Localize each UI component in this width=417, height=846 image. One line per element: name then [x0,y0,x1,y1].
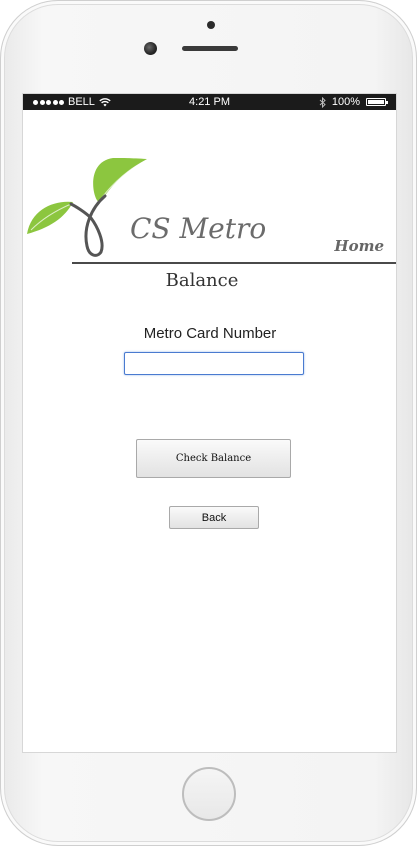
page-title: Balance [165,270,239,291]
header-divider [72,262,396,264]
check-balance-button[interactable]: Check Balance [136,439,291,478]
battery-percent: 100% [331,96,360,108]
mute-switch [0,171,1,199]
status-bar: BELL 4:21 PM 100% [23,94,396,110]
card-number-input[interactable] [124,352,304,375]
card-number-label: Metro Card Number [143,325,277,342]
front-camera [144,42,157,55]
bluetooth-icon [319,96,326,108]
brand-name: CS Metro [130,212,267,245]
volume-up-button [0,221,1,271]
app-screen: BELL 4:21 PM 100% CS Metro Home Balance … [22,93,397,753]
home-button[interactable] [182,767,236,821]
phone-frame: BELL 4:21 PM 100% CS Metro Home Balance … [0,0,417,846]
back-button[interactable]: Back [169,506,259,529]
volume-down-button [0,283,1,333]
proximity-sensor [207,21,215,29]
earpiece-speaker [182,46,238,51]
battery-icon [366,98,388,106]
status-right: 100% [319,94,388,110]
home-link[interactable]: Home [334,237,384,255]
